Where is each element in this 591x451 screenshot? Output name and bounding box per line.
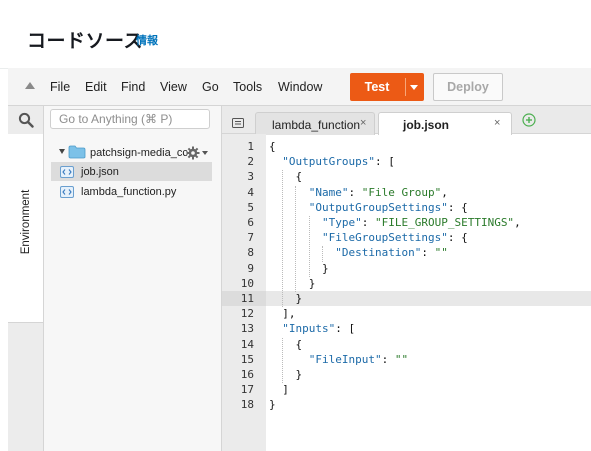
search-icon[interactable] (18, 112, 36, 130)
test-button-label: Test (364, 80, 390, 94)
code-content[interactable]: { "OutputGroups": [ { "Name": "File Grou… (266, 134, 591, 451)
file-item-job-json[interactable]: job.json (51, 162, 212, 181)
deploy-button[interactable]: Deploy (433, 73, 503, 101)
menu-edit[interactable]: Edit (85, 80, 107, 94)
line-number: 10 (240, 276, 254, 290)
file-item-lambda-function-py[interactable]: lambda_function.py (51, 182, 212, 201)
menu-go[interactable]: Go (202, 80, 219, 94)
code-line: "OutputGroups": [ (282, 155, 395, 169)
code-line: { (269, 337, 303, 351)
folder-expand-caret-icon[interactable] (59, 149, 65, 154)
file-name: lambda_function.py (81, 186, 177, 198)
line-number: 7 (247, 231, 254, 245)
line-number: 2 (247, 155, 254, 169)
info-link[interactable]: 情報 (136, 32, 158, 48)
page-title: コードソース (27, 31, 144, 52)
gear-menu-caret-icon[interactable] (202, 151, 208, 155)
indent-guide (308, 216, 310, 277)
code-line: ] (269, 383, 289, 397)
code-line: { (269, 140, 276, 153)
tab-label: lambda_function (272, 118, 361, 132)
close-icon[interactable]: × (360, 117, 366, 129)
menu-tools[interactable]: Tools (233, 80, 262, 94)
line-number: 9 (247, 261, 254, 275)
line-number: 5 (247, 200, 254, 214)
indent-guide (295, 185, 297, 292)
line-number-gutter: 1 2 3 4 5 6 7 8 9 10 11 12 13 14 15 16 17 18 (222, 134, 266, 451)
line-number: 17 (240, 383, 254, 397)
test-dropdown-caret-icon[interactable] (410, 85, 418, 90)
line-number: 13 (240, 322, 254, 336)
folder-name: patchsign-media_cc (90, 147, 188, 159)
side-panel-strip: Environment (8, 106, 44, 451)
line-number: 6 (247, 216, 254, 229)
test-button[interactable]: Test (350, 73, 424, 101)
code-line: "FileGroupSettings": { (321, 231, 468, 245)
line-number: 1 (247, 140, 254, 153)
line-number: 4 (247, 185, 254, 199)
code-line: } (269, 261, 329, 275)
menu-find[interactable]: Find (121, 80, 145, 94)
line-number: 11 (240, 292, 254, 305)
environment-tab-label: Environment (20, 189, 32, 255)
line-number: 12 (240, 307, 254, 321)
editor-tabbar: lambda_function × job.json × (222, 106, 591, 135)
folder-row[interactable]: patchsign-media_cc (44, 144, 221, 162)
code-file-icon (60, 165, 74, 183)
code-line: } (269, 368, 303, 381)
add-tab-icon[interactable] (522, 113, 536, 132)
tab-label: job.json (403, 118, 449, 132)
close-icon[interactable]: × (494, 117, 500, 129)
active-line-highlight (266, 291, 591, 306)
line-number: 16 (240, 368, 254, 381)
tab-list-icon[interactable] (232, 115, 244, 133)
indent-guide (282, 337, 284, 384)
line-number: 3 (247, 170, 254, 184)
test-button-divider (405, 78, 406, 96)
code-line: "Inputs": [ (282, 322, 356, 336)
line-number: 18 (240, 398, 254, 412)
line-number: 14 (240, 337, 254, 351)
code-line: "Type": "FILE_GROUP_SETTINGS", (321, 216, 521, 229)
code-file-icon (60, 185, 74, 203)
page-header: コードソース 情報 (0, 0, 591, 69)
menu-file[interactable]: File (50, 80, 70, 94)
menu-view[interactable]: View (160, 80, 187, 94)
code-line: ], (269, 307, 296, 321)
tab-lambda-function[interactable]: lambda_function × (255, 112, 375, 135)
file-tree-panel: patchsign-media_cc (44, 106, 222, 451)
indent-guide (282, 170, 284, 308)
file-name: job.json (81, 166, 119, 178)
environment-tab[interactable]: Environment (8, 134, 43, 323)
code-line: "FileInput": "" (308, 352, 409, 366)
code-line: } (269, 276, 316, 290)
code-line: } (269, 398, 276, 412)
tab-job-json[interactable]: job.json × (378, 112, 512, 135)
code-line: } (269, 292, 303, 305)
code-line: { (269, 170, 303, 184)
collapse-arrow-icon[interactable] (25, 82, 35, 89)
menu-window[interactable]: Window (278, 80, 322, 94)
code-editor: lambda_function × job.json × 1 2 3 4 5 6 7 8 9 10… (222, 106, 591, 451)
code-line: "OutputGroupSettings": { (308, 200, 468, 214)
line-number: 15 (240, 352, 254, 366)
line-number: 8 (247, 246, 254, 260)
go-to-anything-input[interactable] (50, 109, 210, 129)
ide-menubar: File Edit Find View Go Tools Window Test… (8, 68, 591, 106)
indent-guide (321, 246, 323, 262)
